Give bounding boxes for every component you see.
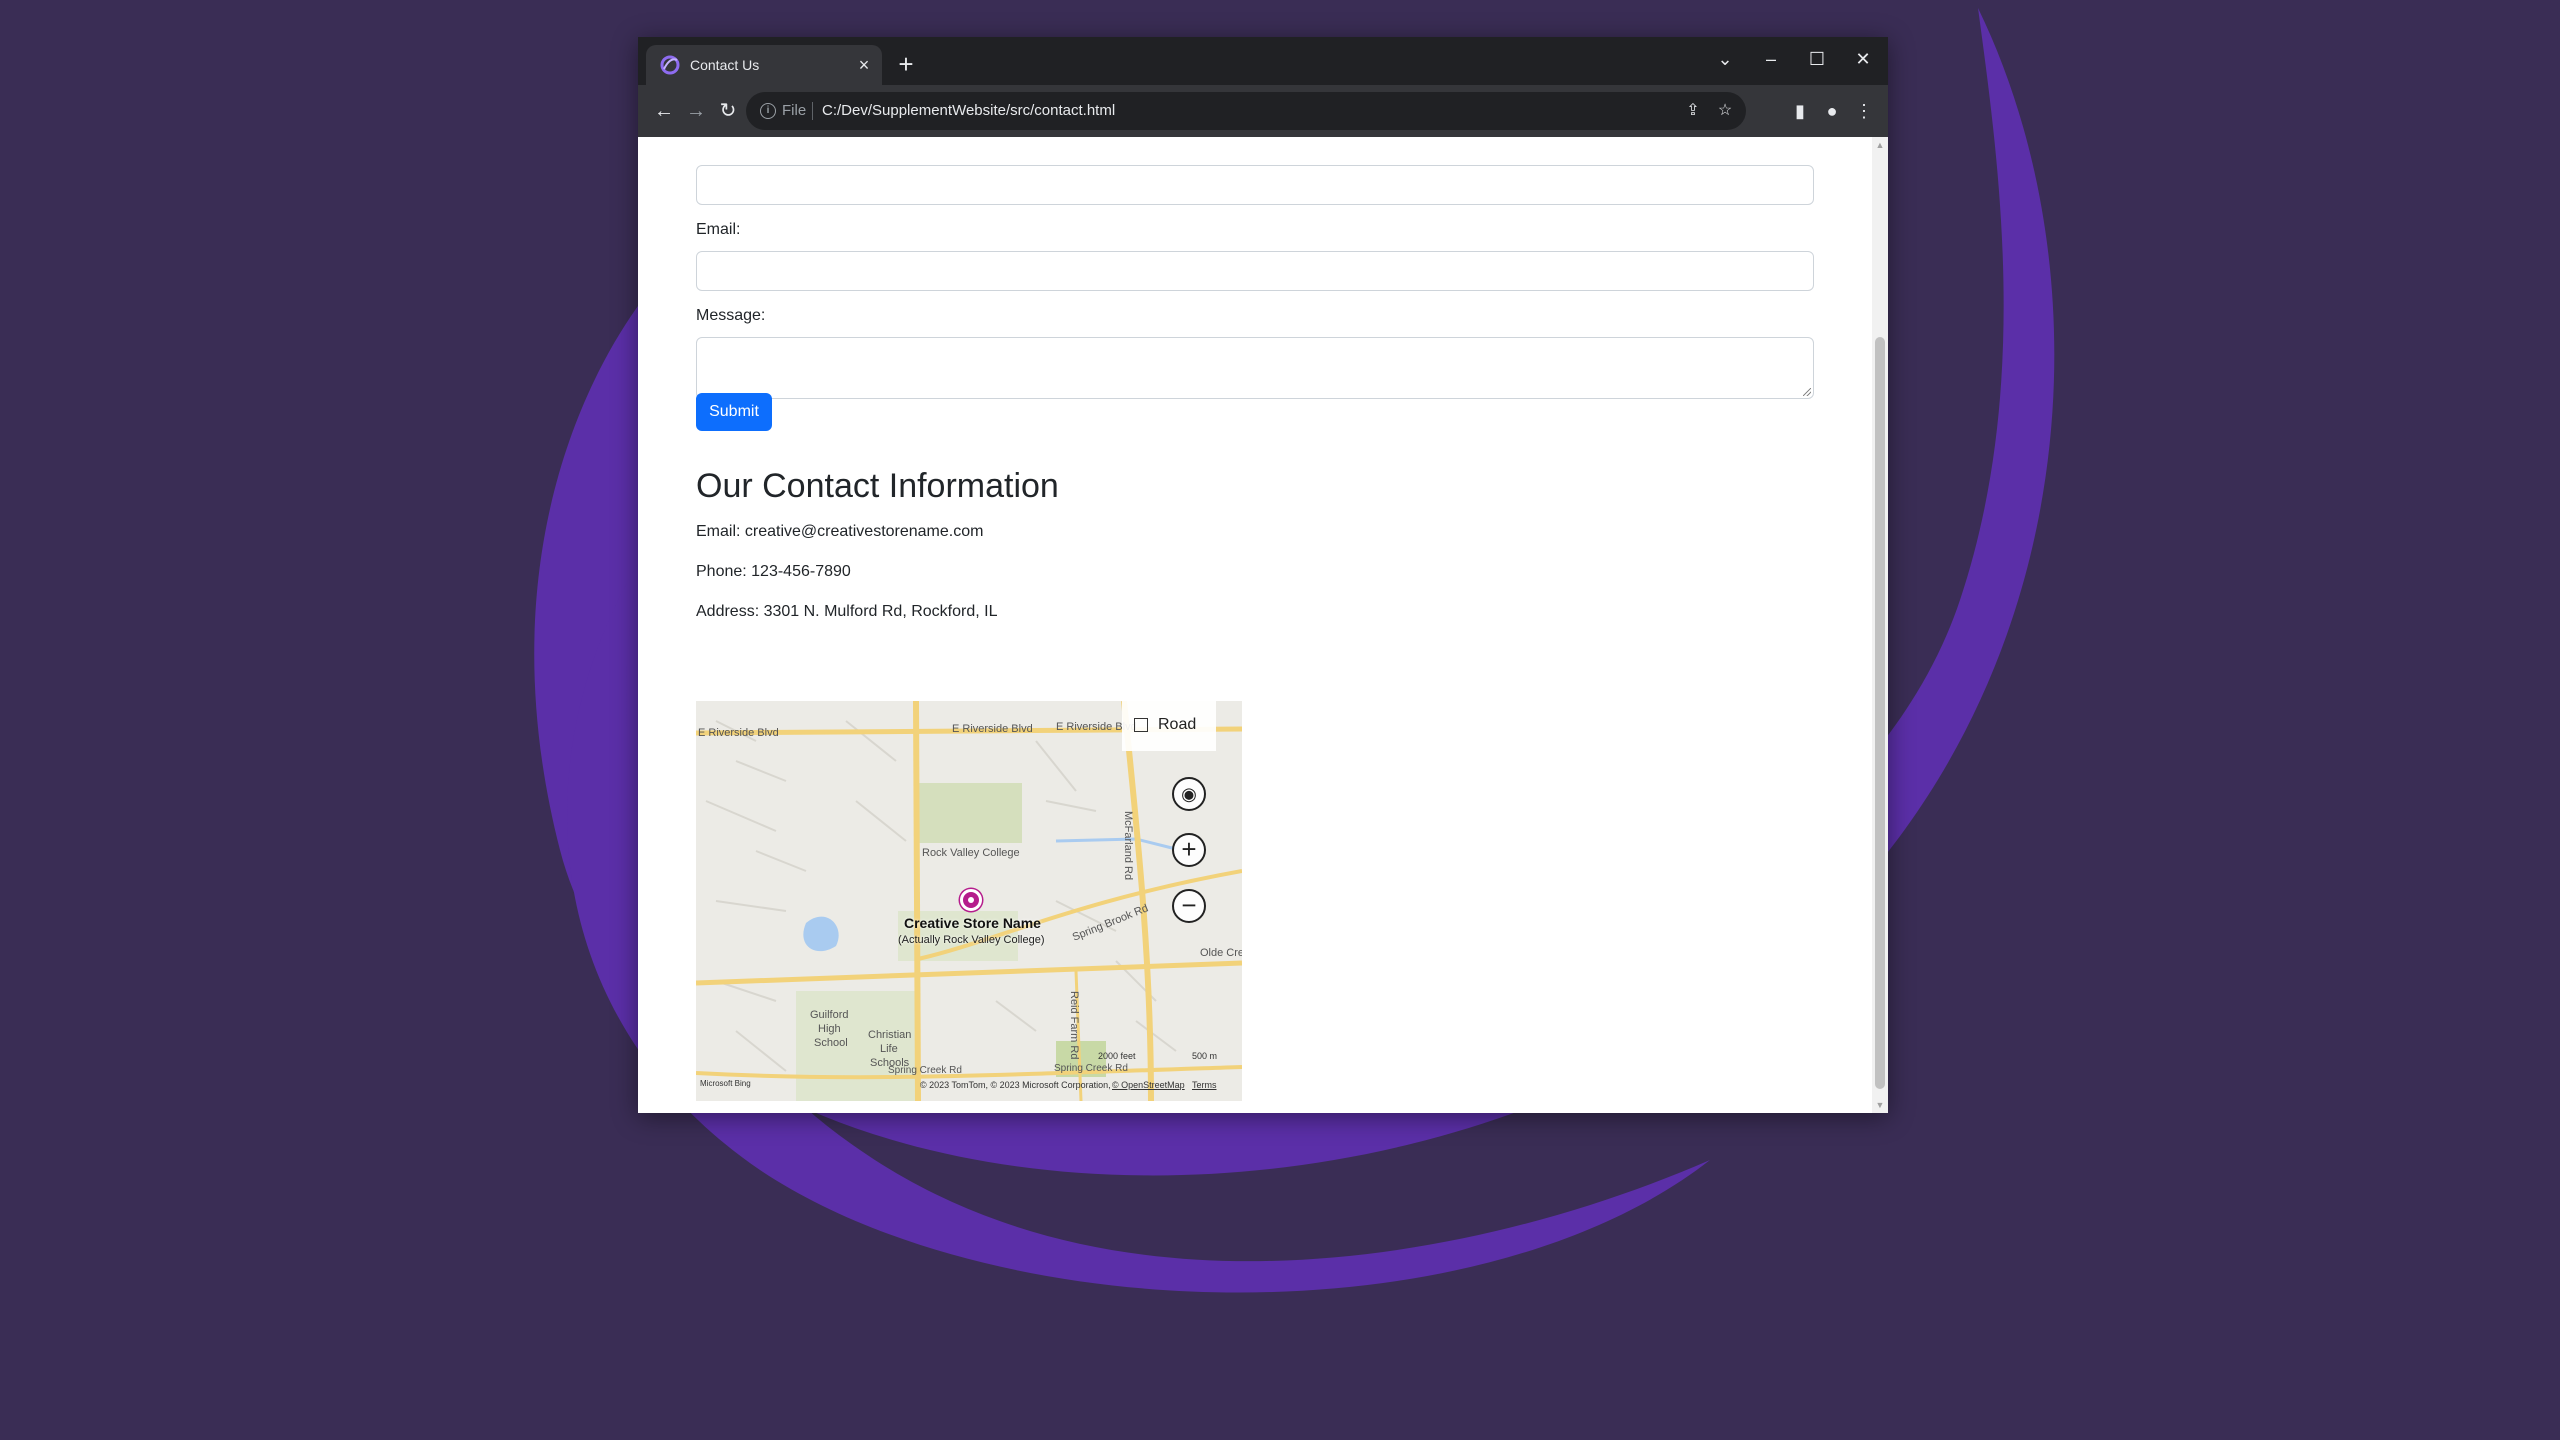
contact-address: Address: 3301 N. Mulford Rd, Rockford, I… bbox=[696, 603, 998, 620]
scroll-thumb[interactable] bbox=[1875, 337, 1885, 1089]
locate-me-button[interactable]: ◉ bbox=[1172, 777, 1206, 811]
page-viewport: Email: Message: Submit Our Contact Infor… bbox=[638, 137, 1872, 1113]
address-bar[interactable]: i File C:/Dev/SupplementWebsite/src/cont… bbox=[746, 92, 1746, 130]
side-panel-icon[interactable]: ▮ bbox=[1786, 97, 1814, 125]
tab-close-icon[interactable]: × bbox=[852, 53, 876, 77]
back-arrow-icon[interactable]: ← bbox=[650, 97, 678, 125]
map-pin-center bbox=[968, 897, 974, 903]
contact-email: Email: creative@creativestorename.com bbox=[696, 523, 984, 540]
vertical-scrollbar[interactable]: ▲ ▼ bbox=[1872, 137, 1888, 1113]
map-style-label: Road bbox=[1158, 716, 1197, 733]
map-label-mcfarland: McFarland Rd bbox=[1122, 811, 1134, 881]
share-icon[interactable]: ⇪ bbox=[1682, 100, 1704, 122]
map-label-olde-creek: Olde Creek bbox=[1200, 947, 1242, 959]
map-label-reid-farm: Reid Farm Rd bbox=[1068, 991, 1080, 1060]
message-field[interactable] bbox=[696, 337, 1814, 399]
map-label-guilford-1: Guilford bbox=[810, 1009, 849, 1021]
zoom-out-button[interactable]: − bbox=[1172, 889, 1206, 923]
tab-title: Contact Us bbox=[690, 57, 760, 73]
map-pin-title: Creative Store Name bbox=[904, 915, 1041, 931]
browser-window: Contact Us × + ⌄ – ☐ ✕ ← → ↻ i File C:/D… bbox=[638, 37, 1888, 1113]
close-window-icon[interactable]: ✕ bbox=[1840, 41, 1886, 77]
tab-strip: Contact Us × + ⌄ – ☐ ✕ bbox=[638, 37, 1888, 85]
url-scheme: File bbox=[782, 102, 807, 119]
scroll-up-arrow-icon[interactable]: ▲ bbox=[1872, 137, 1888, 153]
map-copyright: © 2023 TomTom, © 2023 Microsoft Corporat… bbox=[920, 1080, 1111, 1090]
email-field[interactable] bbox=[696, 251, 1814, 291]
map-label-guilford-3: School bbox=[814, 1037, 848, 1049]
forward-arrow-icon[interactable]: → bbox=[682, 97, 710, 125]
map-pin-subtitle: (Actually Rock Valley College) bbox=[898, 934, 1045, 946]
url-separator bbox=[812, 102, 813, 120]
resize-handle-icon[interactable] bbox=[1803, 388, 1811, 396]
tab-contact-us[interactable]: Contact Us × bbox=[646, 45, 882, 85]
map-scale-meters: 500 m bbox=[1192, 1051, 1218, 1061]
name-field[interactable] bbox=[696, 165, 1814, 205]
site-info-icon[interactable]: i bbox=[760, 103, 776, 119]
zoom-in-button[interactable]: + bbox=[1172, 833, 1206, 867]
scroll-down-arrow-icon[interactable]: ▼ bbox=[1872, 1097, 1888, 1113]
reload-icon[interactable]: ↻ bbox=[714, 97, 742, 125]
submit-button[interactable]: Submit bbox=[696, 393, 772, 431]
osm-link[interactable]: © OpenStreetMap bbox=[1112, 1080, 1185, 1090]
url-text[interactable]: C:/Dev/SupplementWebsite/src/contact.htm… bbox=[822, 102, 1115, 119]
profile-icon[interactable]: ● bbox=[1818, 97, 1846, 125]
tab-search-icon[interactable]: ⌄ bbox=[1702, 41, 1748, 77]
maximize-icon[interactable]: ☐ bbox=[1794, 41, 1840, 77]
message-label: Message: bbox=[696, 307, 766, 324]
site-favicon-icon bbox=[660, 55, 680, 75]
new-tab-button[interactable]: + bbox=[892, 51, 920, 79]
map-terms-link[interactable]: Terms bbox=[1192, 1080, 1217, 1090]
contact-phone: Phone: 123-456-7890 bbox=[696, 563, 851, 580]
map-style-selector[interactable]: Road bbox=[1122, 701, 1216, 751]
contact-heading: Our Contact Information bbox=[696, 467, 1059, 505]
map-label-christian-2: Life bbox=[880, 1043, 898, 1055]
browser-toolbar: ← → ↻ i File C:/Dev/SupplementWebsite/sr… bbox=[638, 85, 1888, 137]
bing-logo: Microsoft Bing bbox=[700, 1079, 751, 1088]
map-label-rock-valley: Rock Valley College bbox=[922, 847, 1020, 859]
map-label-spring-creek-east: Spring Creek Rd bbox=[1054, 1063, 1128, 1074]
map-label-riverside-west: E Riverside Blvd bbox=[698, 727, 779, 739]
map-scale-feet: 2000 feet bbox=[1098, 1051, 1136, 1061]
map-label-christian-1: Christian bbox=[868, 1029, 912, 1041]
email-label: Email: bbox=[696, 221, 741, 238]
bookmark-star-icon[interactable]: ☆ bbox=[1714, 100, 1736, 122]
map-pin-icon[interactable] bbox=[960, 889, 982, 911]
location-map[interactable]: E Riverside Blvd E Riverside Blvd E Rive… bbox=[696, 701, 1242, 1101]
map-label-spring-creek-west: Spring Creek Rd bbox=[888, 1065, 962, 1076]
map-label-guilford-2: High bbox=[818, 1023, 841, 1035]
minimize-icon[interactable]: – bbox=[1748, 41, 1794, 77]
menu-kebab-icon[interactable]: ⋮ bbox=[1850, 97, 1878, 125]
map-style-icon bbox=[1134, 718, 1148, 732]
map-label-riverside-mid: E Riverside Blvd bbox=[952, 723, 1033, 735]
